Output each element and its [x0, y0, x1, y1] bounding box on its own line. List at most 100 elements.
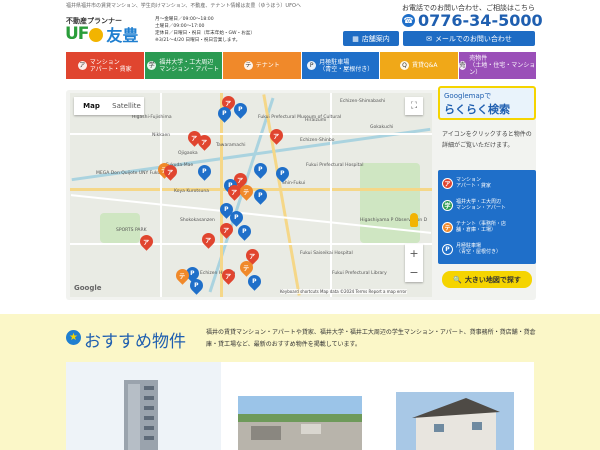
fullscreen-icon: ⛶ [410, 101, 418, 111]
property-photo [376, 362, 534, 450]
hours-line: 月～金曜日／09:00～18:00 [155, 17, 214, 22]
road [220, 93, 223, 297]
tenant-icon: テ [442, 221, 453, 233]
map-label: Fukui Prefectural Hospital [306, 163, 364, 168]
phone-text: 0776-34-5000 [418, 10, 543, 30]
legend-item: P 月極駐車場 （青空・屋根付き） [442, 243, 501, 255]
legend-line2: マンション・アパート [456, 205, 506, 211]
map-label: Fukui Prefectural Library [332, 271, 387, 276]
googlemap-search-box: Googlemapで らくらく検索 [438, 86, 536, 120]
property-pin[interactable]: ア [137, 232, 156, 251]
legend-text: テナント（事務所・店 舗・倉庫・工場） [456, 221, 506, 233]
nav-item-mansion[interactable]: ア マンション アパート・賃家 [66, 52, 144, 79]
nav-label-line2: マンション・アパート [159, 65, 220, 73]
phone-icon: ☎ [402, 13, 415, 27]
map-label: Koya Kurotsuna [174, 189, 209, 194]
tab-satellite[interactable]: Satellite [109, 97, 144, 115]
mail-icon: ✉ [426, 34, 432, 43]
nav-label: 売物件 （土地・住宅・マンション） [469, 55, 536, 76]
site-logo[interactable]: UF 友豊 [65, 24, 139, 45]
map-label: Tawaramachi [216, 143, 246, 148]
nav-label-line2: （土地・住宅・マンション） [469, 62, 536, 76]
search-icon: 🔍 [453, 275, 462, 284]
hours-line: 土曜日／09:00～17:00 [155, 24, 205, 29]
nav-label-line1: 福井大学・工大周辺 [159, 58, 214, 66]
g-line2: らくらく検索 [444, 103, 510, 116]
nav-label: 賃貸Q&A [411, 62, 438, 69]
map-label: Shin-Fukui [282, 181, 306, 186]
nav-item-sale[interactable]: 売 売物件 （土地・住宅・マンション） [458, 52, 536, 79]
house-icon: 売 [458, 61, 467, 70]
property-card[interactable] [66, 362, 224, 450]
map-footer[interactable]: Keyboard shortcuts Map data ©2024 Terms … [280, 289, 407, 294]
map-label: Hiraizumi [305, 118, 327, 123]
nav-item-parking[interactable]: P 月極駐車場 （青空・屋根付き） [301, 52, 379, 79]
business-hours: 月～金曜日／09:00～18:00 土曜日／09:00～17:00 定休日／日曜… [155, 16, 255, 44]
zoom-control: + − [405, 244, 423, 282]
large-map-button[interactable]: 🔍 大きい地図で探す [442, 271, 532, 288]
nav-label: 月極駐車場 （青空・屋根付き） [319, 59, 373, 73]
phone-number[interactable]: ☎ 0776-34-5000 [402, 10, 543, 30]
property-card[interactable] [376, 362, 534, 450]
road [160, 93, 162, 297]
tenant-icon: テ [243, 61, 253, 70]
map-label: Gokakuchi [370, 125, 394, 130]
property-photo [221, 362, 379, 450]
property-pin[interactable]: ア [199, 230, 218, 249]
legend-text: マンション アパート・貸家 [456, 177, 491, 189]
store-info-button[interactable]: ▦ 店舗案内 [343, 31, 399, 46]
page: 福井県福井市の賃貸マンション、学生向けマンション、不動産、テナント情報は友豊（ゆ… [0, 0, 600, 450]
mail-contact-button[interactable]: ✉ メールでのお問い合わせ [403, 31, 535, 46]
logo-ufo-circle [89, 28, 104, 42]
legend-line2: 舗・倉庫・工場） [456, 227, 497, 233]
tab-map[interactable]: Map [74, 97, 109, 115]
property-photo [66, 362, 224, 450]
nav-label-line1: マンション [89, 58, 120, 66]
store-button-label: 店舗案内 [361, 34, 390, 43]
road [70, 243, 432, 245]
nav-item-qa[interactable]: Q 賃貸Q&A [380, 52, 458, 79]
map-legend: ア マンション アパート・貸家 学 福井大学・工大周辺 マンション・アパート テ テ… [438, 170, 536, 264]
zoom-in-button[interactable]: + [405, 244, 423, 263]
road [330, 93, 332, 297]
map-label: Higashi-Fujishima [132, 115, 172, 120]
store-icon: ▦ [352, 34, 359, 43]
parking-pin[interactable]: P [195, 162, 214, 181]
site-tagline: 福井県福井市の賃貸マンション、学生向けマンション、不動産、テナント情報は友豊（ゆ… [66, 3, 301, 9]
google-map[interactable]: Echizen-Shimabashi Fukui Prefectural Mus… [70, 93, 432, 297]
nav-label-line1: 月極駐車場 [319, 58, 350, 66]
mansion-icon: ア [442, 177, 453, 189]
map-label: MEGA Don Quijote UNY Fukui [96, 171, 162, 176]
parking-pin[interactable]: P [251, 160, 270, 179]
nav-label: テナント [255, 62, 280, 69]
property-photo-svg [66, 362, 224, 450]
recommend-description: 福井の賃貸マンション・アパートや貸家、福井大学・福井工大周辺の学生マンション・ア… [206, 329, 536, 348]
g-line1: Googlemapで [444, 92, 492, 100]
nav-label-line1: 売物件 [469, 55, 488, 62]
map-label: Fukui Saiseikai Hospital [300, 251, 353, 256]
student-icon: 学 [442, 199, 453, 211]
hours-line: ※3/21～4/20 日曜日・祝日営業します。 [155, 38, 241, 43]
legend-item: テ テナント（事務所・店 舗・倉庫・工場） [442, 221, 506, 233]
zoom-out-button[interactable]: − [405, 263, 423, 282]
logo-ufo-text: UF [65, 24, 89, 44]
star-icon: ★ [66, 330, 81, 345]
street-view-pegman-icon[interactable] [410, 213, 418, 227]
legend-item: ア マンション アパート・貸家 [442, 177, 491, 189]
nav-item-university[interactable]: 学 福井大学・工大周辺 マンション・アパート [144, 52, 222, 79]
map-label: Echizen-Shinbo [300, 138, 335, 143]
car-icon: P [307, 61, 317, 70]
map-label: Ojigaoka [178, 151, 198, 156]
legend-text: 月極駐車場 （青空・屋根付き） [456, 243, 501, 255]
nav-label: 福井大学・工大周辺 マンション・アパート [159, 59, 219, 73]
mail-button-label: メールでのお問い合わせ [434, 34, 512, 43]
nav-label-line2: アパート・賃家 [89, 65, 132, 73]
nav-item-tenant[interactable]: テ テナント [223, 52, 301, 79]
fullscreen-button[interactable]: ⛶ [405, 97, 423, 115]
property-card[interactable] [221, 362, 379, 450]
recommend-title: おすすめ物件 [84, 332, 186, 352]
logo-name: 友豊 [106, 26, 139, 45]
road [262, 94, 301, 296]
map-label: Shokokasanzen [180, 218, 215, 223]
property-photo-svg [376, 362, 534, 450]
